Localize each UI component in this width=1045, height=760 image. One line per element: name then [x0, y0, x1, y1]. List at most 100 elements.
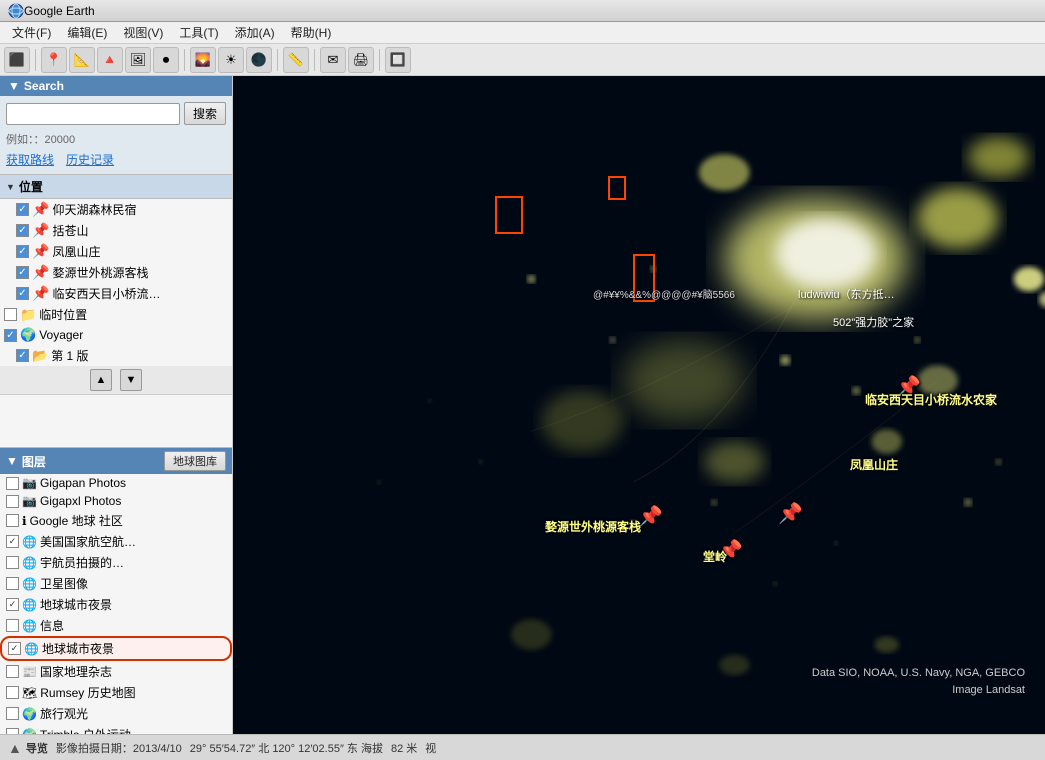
navigate-button[interactable]: ▲ 导览 — [8, 740, 48, 756]
tb-print-btn[interactable]: 🖨 — [348, 47, 374, 73]
tb-fullscreen-btn[interactable]: ⬛ — [4, 47, 30, 73]
location-cb-2[interactable]: ✓ — [16, 245, 29, 258]
layer-icon-10: 🗺 — [22, 686, 37, 700]
layers-section: ▼ 图层 地球图库 📷 Gigapan Photos 📷 Gigapxl Pho… — [0, 447, 232, 734]
tb-email-btn[interactable]: ✉ — [320, 47, 346, 73]
layer-cb-2[interactable] — [6, 514, 19, 527]
layers-header-left: ▼ 图层 — [6, 453, 46, 470]
location-cb-3[interactable]: ✓ — [16, 266, 29, 279]
location-item-7[interactable]: ✓ 📂 第 1 版 — [0, 345, 232, 366]
layer-item-0[interactable]: 📷 Gigapan Photos — [0, 474, 232, 492]
scroll-up-btn[interactable]: ▲ — [90, 369, 112, 391]
app-title: Google Earth — [24, 4, 95, 18]
layer-cb-5[interactable] — [6, 577, 19, 590]
tb-sun-btn[interactable]: ☀ — [218, 47, 244, 73]
coords: 29° 55′54.72″ 北 120° 12′02.55″ 东 海拔 — [190, 740, 383, 756]
layer-label-6: 地球城市夜景 — [40, 596, 112, 613]
tb-photo-btn[interactable]: 🌄 — [190, 47, 216, 73]
layer-item-5[interactable]: 🌐 卫星图像 — [0, 573, 232, 594]
layer-item-12[interactable]: 🌍 Trimble 户外运动 — [0, 724, 232, 734]
location-label-2: 凤凰山庄 — [52, 243, 100, 260]
layer-icon-11: 🌍 — [22, 707, 37, 721]
location-item-2[interactable]: ✓ 📌 凤凰山庄 — [0, 241, 232, 262]
library-button[interactable]: 地球图库 — [164, 451, 226, 471]
layer-cb-4[interactable] — [6, 556, 19, 569]
tb-ruler-btn[interactable]: 📏 — [283, 47, 309, 73]
layer-item-6[interactable]: ✓ 🌐 地球城市夜景 — [0, 594, 232, 615]
toolbar: ⬛ 📍 📐 🔺 🖼 ⏺ 🌄 ☀ 🌑 📏 ✉ 🖨 🔲 — [0, 44, 1045, 76]
nav-label: 导览 — [26, 740, 48, 756]
location-label-1: 括苍山 — [52, 222, 88, 239]
search-button[interactable]: 搜索 — [184, 102, 226, 125]
layer-label-1: Gigapxl Photos — [40, 494, 121, 508]
location-item-5[interactable]: 📁 临时位置 — [0, 304, 232, 325]
history-link[interactable]: 历史记录 — [66, 151, 114, 168]
layer-icon-4: 🌐 — [22, 556, 37, 570]
location-label-4: 临安西天目小桥流… — [52, 285, 160, 302]
layer-icon-8: 🌐 — [24, 642, 39, 656]
menu-add[interactable]: 添加(A) — [227, 22, 283, 43]
locations-header: ▼ 位置 — [0, 175, 232, 199]
layer-cb-10[interactable] — [6, 686, 19, 699]
layer-cb-3[interactable]: ✓ — [6, 535, 19, 548]
location-label-6: Voyager — [39, 328, 83, 342]
menu-file[interactable]: 文件(F) — [4, 22, 59, 43]
location-cb-0[interactable]: ✓ — [16, 203, 29, 216]
search-title: Search — [24, 79, 64, 93]
search-input[interactable] — [6, 103, 180, 125]
tb-add-placemark-btn[interactable]: 📍 — [41, 47, 67, 73]
menu-edit[interactable]: 编辑(E) — [59, 22, 115, 43]
location-cb-1[interactable]: ✓ — [16, 224, 29, 237]
layer-cb-7[interactable] — [6, 619, 19, 632]
menu-tools[interactable]: 工具(T) — [171, 22, 226, 43]
layer-label-3: 美国国家航空航… — [40, 533, 136, 550]
layer-label-2: Google 地球 社区 — [30, 512, 123, 529]
layer-cb-6[interactable]: ✓ — [6, 598, 19, 611]
layers-title: 图层 — [22, 453, 46, 470]
menu-view[interactable]: 视图(V) — [115, 22, 171, 43]
tb-path-btn[interactable]: 📐 — [69, 47, 95, 73]
location-item-6[interactable]: ✓ 🌍 Voyager — [0, 325, 232, 345]
layer-cb-8[interactable]: ✓ — [8, 642, 21, 655]
layer-cb-1[interactable] — [6, 495, 19, 508]
location-cb-6[interactable]: ✓ — [4, 329, 17, 342]
location-pin-icon-0: 📌 — [32, 201, 49, 218]
layer-cb-0[interactable] — [6, 477, 19, 490]
location-label-3: 婺源世外桃源客栈 — [52, 264, 148, 281]
layer-item-9[interactable]: 📰 国家地理杂志 — [0, 661, 232, 682]
location-cb-5[interactable] — [4, 308, 17, 321]
scroll-down-btn[interactable]: ▼ — [120, 369, 142, 391]
location-label-7: 第 1 版 — [51, 347, 88, 364]
layer-item-4[interactable]: 🌐 宇航员拍摄的… — [0, 552, 232, 573]
layer-cb-9[interactable] — [6, 665, 19, 678]
layer-icon-12: 🌍 — [22, 728, 37, 735]
layer-cb-12[interactable] — [6, 728, 19, 734]
tb-polygon-btn[interactable]: 🔺 — [97, 47, 123, 73]
location-folder-icon-7: 📂 — [32, 348, 48, 364]
location-item-1[interactable]: ✓ 📌 括苍山 — [0, 220, 232, 241]
tb-record-btn[interactable]: ⏺ — [153, 47, 179, 73]
layer-item-7[interactable]: 🌐 信息 — [0, 615, 232, 636]
get-directions-link[interactable]: 获取路线 — [6, 151, 54, 168]
layer-item-1[interactable]: 📷 Gigapxl Photos — [0, 492, 232, 510]
layer-item-8[interactable]: ✓ 🌐 地球城市夜景 — [0, 636, 232, 661]
location-cb-7[interactable]: ✓ — [16, 349, 29, 362]
location-cb-4[interactable]: ✓ — [16, 287, 29, 300]
search-hint: 例如：：20000 — [0, 131, 232, 151]
layers-triangle: ▼ — [6, 454, 18, 468]
tb-mars-btn[interactable]: 🌑 — [246, 47, 272, 73]
location-item-3[interactable]: ✓ 📌 婺源世外桃源客栈 — [0, 262, 232, 283]
layer-label-9: 国家地理杂志 — [40, 663, 112, 680]
layer-cb-11[interactable] — [6, 707, 19, 720]
layer-item-2[interactable]: ℹ Google 地球 社区 — [0, 510, 232, 531]
location-item-0[interactable]: ✓ 📌 仰天湖森林民宿 — [0, 199, 232, 220]
map-area[interactable]: @#¥¥%&&%@@@@#¥脑5566 ludwiwiu（东方抵… 502"强力… — [233, 76, 1045, 734]
tb-view-btn[interactable]: 🔲 — [385, 47, 411, 73]
location-item-4[interactable]: ✓ 📌 临安西天目小桥流… — [0, 283, 232, 304]
tb-overlay-btn[interactable]: 🖼 — [125, 47, 151, 73]
layer-item-3[interactable]: ✓ 🌐 美国国家航空航… — [0, 531, 232, 552]
menu-help[interactable]: 帮助(H) — [283, 22, 340, 43]
layer-item-10[interactable]: 🗺 Rumsey 历史地图 — [0, 682, 232, 703]
tb-separator-5 — [379, 49, 380, 71]
layer-item-11[interactable]: 🌍 旅行观光 — [0, 703, 232, 724]
